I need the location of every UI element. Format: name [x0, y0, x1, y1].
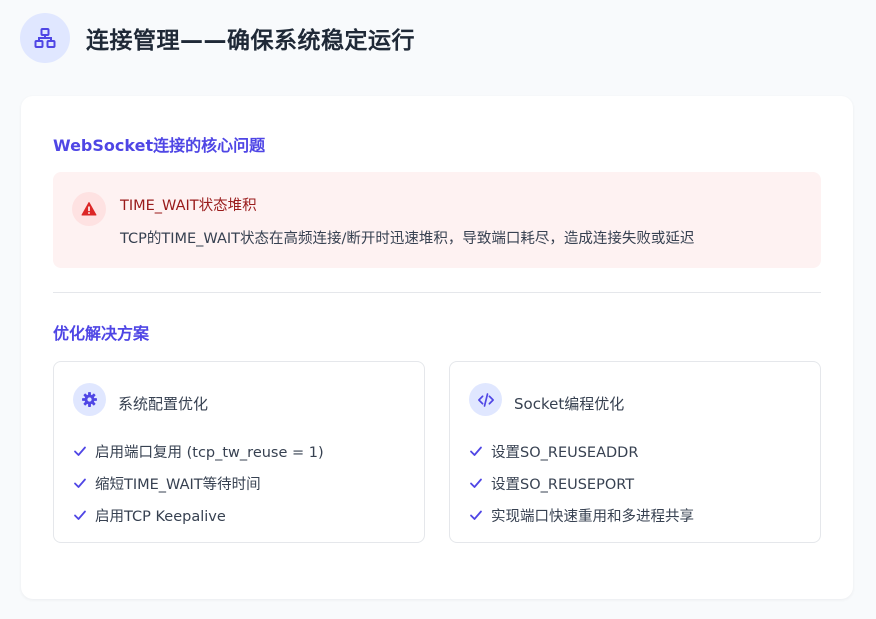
- solution-section-title: 优化解决方案: [53, 324, 150, 343]
- content-card: WebSocket连接的核心问题 TIME_WAIT状态堆积 TCP的TIME_…: [21, 96, 853, 599]
- list-item: 实现端口快速重用和多进程共享: [469, 499, 694, 531]
- page-header: 连接管理——确保系统稳定运行: [20, 13, 415, 63]
- list-item: 启用TCP Keepalive: [73, 499, 324, 531]
- list-item: 缩短TIME_WAIT等待时间: [73, 467, 324, 499]
- solution-card-socket-programming: Socket编程优化 设置SO_REUSEADDR 设置SO_REUSEPORT…: [449, 361, 821, 543]
- network-icon: [20, 13, 70, 63]
- check-icon: [74, 510, 86, 520]
- alert-title: TIME_WAIT状态堆积: [120, 198, 257, 214]
- solution-list: 启用端口复用 (tcp_tw_reuse = 1) 缩短TIME_WAIT等待时…: [73, 435, 324, 531]
- check-icon: [74, 478, 86, 488]
- solution-list: 设置SO_REUSEADDR 设置SO_REUSEPORT 实现端口快速重用和多…: [469, 435, 694, 531]
- list-item: 设置SO_REUSEADDR: [469, 435, 694, 467]
- problem-alert: TIME_WAIT状态堆积 TCP的TIME_WAIT状态在高频连接/断开时迅速…: [53, 172, 821, 268]
- check-icon: [470, 446, 482, 456]
- solution-card-title: 系统配置优化: [118, 395, 209, 413]
- alert-description: TCP的TIME_WAIT状态在高频连接/断开时迅速堆积，导致端口耗尽，造成连接…: [120, 231, 695, 247]
- code-icon: [469, 383, 502, 416]
- solution-card-system-config: 系统配置优化 启用端口复用 (tcp_tw_reuse = 1) 缩短TIME_…: [53, 361, 425, 543]
- problem-section-title: WebSocket连接的核心问题: [53, 136, 266, 155]
- warning-icon: [72, 192, 106, 226]
- gear-icon: [73, 383, 106, 416]
- list-item-text: 缩短TIME_WAIT等待时间: [95, 476, 261, 493]
- check-icon: [470, 510, 482, 520]
- list-item-text: 启用TCP Keepalive: [95, 508, 226, 525]
- check-icon: [74, 446, 86, 456]
- list-item-text: 设置SO_REUSEADDR: [491, 444, 639, 461]
- list-item: 启用端口复用 (tcp_tw_reuse = 1): [73, 435, 324, 467]
- list-item-text: 启用端口复用 (tcp_tw_reuse = 1): [95, 444, 324, 461]
- page-title: 连接管理——确保系统稳定运行: [86, 28, 415, 54]
- check-icon: [470, 478, 482, 488]
- solution-card-title: Socket编程优化: [514, 395, 625, 413]
- list-item-text: 设置SO_REUSEPORT: [491, 476, 635, 493]
- list-item-text: 实现端口快速重用和多进程共享: [491, 508, 694, 525]
- list-item: 设置SO_REUSEPORT: [469, 467, 694, 499]
- divider: [53, 292, 821, 293]
